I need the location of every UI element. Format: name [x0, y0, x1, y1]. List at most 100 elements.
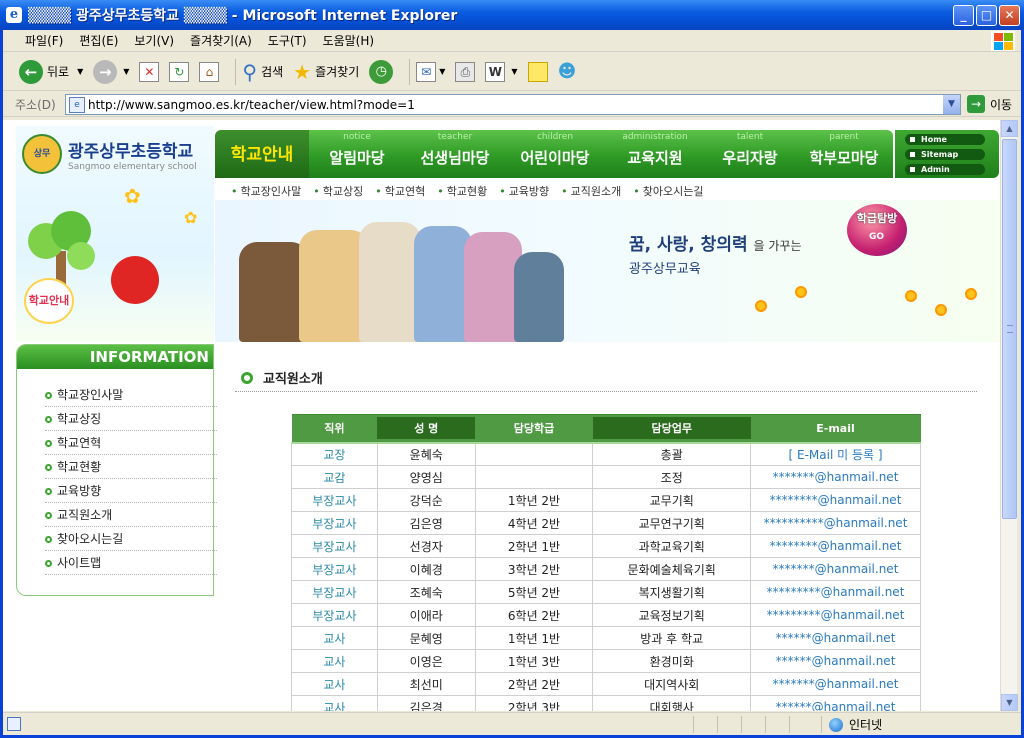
cell-email[interactable]: *********@hanmail.net [750, 603, 921, 627]
info-item-location[interactable]: 찾아오시는길 [45, 527, 217, 551]
info-item-direction[interactable]: 교육방향 [45, 479, 217, 503]
cell-duty: 교육정보기획 [592, 603, 752, 627]
cell-position[interactable]: 부장교사 [291, 511, 378, 535]
school-logo[interactable]: 상무 광주상무초등학교 Sangmoo elementary school [22, 134, 197, 174]
refresh-button[interactable]: ↻ [169, 61, 190, 82]
cell-email[interactable]: [ E-Mail 미 등록 ] [750, 442, 921, 466]
menu-favorites[interactable]: 즐겨찾기(A) [182, 32, 260, 49]
cell-email[interactable]: *******@hanmail.net [750, 672, 921, 696]
cell-email[interactable]: *********@hanmail.net [750, 580, 921, 604]
mail-dropdown-icon[interactable]: ▼ [439, 67, 445, 76]
forward-dropdown-icon[interactable]: ▼ [123, 67, 129, 76]
address-url[interactable]: http://www.sangmoo.es.kr/teacher/view.ht… [88, 98, 415, 112]
info-item-greeting[interactable]: 학교장인사말 [45, 383, 217, 407]
search-button[interactable]: ⚲ 검색 [242, 60, 283, 84]
cell-position[interactable]: 교사 [291, 695, 378, 711]
class-tour-balloon[interactable]: 학급탐방 GO [847, 204, 907, 256]
subnav-direction[interactable]: 교육방향 [499, 183, 549, 199]
subnav-history[interactable]: 학교연혁 [375, 183, 425, 199]
nav-school-info[interactable]: 학교안내 [215, 130, 309, 178]
scroll-up-icon[interactable]: ▲ [1001, 120, 1018, 137]
cell-email[interactable]: ********@hanmail.net [750, 488, 921, 512]
subnav-status[interactable]: 학교현황 [437, 183, 487, 199]
cell-email[interactable]: ******@hanmail.net [750, 649, 921, 673]
content-title-text: 교직원소개 [263, 372, 323, 387]
scroll-thumb[interactable] [1002, 139, 1017, 519]
favorites-label: 즐겨찾기 [315, 65, 360, 79]
cell-email[interactable]: ******@hanmail.net [750, 626, 921, 650]
menu-edit[interactable]: 편집(E) [71, 32, 126, 49]
col-duty: 담당업무 [592, 414, 751, 444]
minimize-button[interactable]: _ [953, 5, 974, 26]
print-button[interactable]: ⎙ [455, 61, 476, 82]
menu-tools[interactable]: 도구(T) [260, 32, 315, 49]
info-item-status[interactable]: 학교현황 [45, 455, 217, 479]
cell-email[interactable]: *******@hanmail.net [750, 465, 921, 489]
back-button[interactable]: ← 뒤로 ▼ [19, 59, 83, 84]
nav-administration[interactable]: administration 교육지원 [605, 130, 705, 178]
cell-position[interactable]: 부장교사 [291, 557, 378, 581]
home-link[interactable]: Home [905, 134, 985, 145]
cell-name: 이영은 [376, 649, 476, 673]
cell-position[interactable]: 교사 [291, 626, 378, 650]
cell-position[interactable]: 부장교사 [291, 488, 378, 512]
cell-class: 2학년 3반 [474, 695, 594, 711]
nav-talent[interactable]: talent 우리자랑 [705, 130, 795, 178]
info-item-staff[interactable]: 교직원소개 [45, 503, 217, 527]
cell-position[interactable]: 교감 [291, 465, 378, 489]
nav-children[interactable]: children 어린이마당 [505, 130, 605, 178]
menu-help[interactable]: 도움말(H) [315, 32, 383, 49]
title-bar[interactable]: e ▒▒▒▒ 광주상무초등학교 ▒▒▒▒ - Microsoft Interne… [0, 0, 1024, 30]
cell-email[interactable]: *******@hanmail.net [750, 557, 921, 581]
home-button[interactable]: ⌂ [199, 61, 220, 82]
cell-email[interactable]: **********@hanmail.net [750, 511, 921, 535]
forward-button[interactable]: → ▼ [93, 59, 129, 84]
admin-link[interactable]: Admin [905, 164, 985, 175]
favorites-button[interactable]: ★ 즐겨찾기 [293, 60, 359, 84]
history-button[interactable]: ◷ [369, 59, 394, 84]
maximize-button[interactable]: □ [976, 5, 997, 26]
table-row: 부장교사 김은영 4학년 2반 교무연구기획 **********@hanmail.ne… [291, 511, 921, 535]
cell-name: 조혜숙 [376, 580, 476, 604]
stop-button[interactable]: ✕ [139, 61, 160, 82]
cell-position[interactable]: 부장교사 [291, 534, 378, 558]
vertical-scrollbar[interactable]: ▲ ▼ [1000, 120, 1018, 711]
cell-class: 4학년 2반 [474, 511, 594, 535]
scroll-down-icon[interactable]: ▼ [1001, 694, 1018, 711]
info-item-symbol[interactable]: 학교상징 [45, 407, 217, 431]
cell-position[interactable]: 부장교사 [291, 580, 378, 604]
forward-arrow-icon: → [93, 59, 118, 84]
address-dropdown-icon[interactable]: ▼ [943, 95, 960, 114]
nav-parent[interactable]: parent 학부모마당 [795, 130, 893, 178]
menu-view[interactable]: 보기(V) [126, 32, 182, 49]
flower-icon [755, 300, 767, 312]
address-input[interactable]: e http://www.sangmoo.es.kr/teacher/view.… [65, 94, 961, 115]
nav-teacher[interactable]: teacher 선생님마당 [405, 130, 505, 178]
nav-notice[interactable]: notice 알림마당 [309, 130, 405, 178]
cell-position[interactable]: 부장교사 [291, 603, 378, 627]
edit-dropdown-icon[interactable]: ▼ [511, 67, 517, 76]
go-button[interactable]: → 이동 [967, 95, 1012, 113]
address-bar: 주소(D) e http://www.sangmoo.es.kr/teacher… [3, 92, 1021, 117]
cell-position[interactable]: 교사 [291, 649, 378, 673]
mail-button[interactable]: ✉ ▼ [416, 61, 445, 82]
info-item-sitemap[interactable]: 사이트맵 [45, 551, 217, 575]
subnav-staff[interactable]: 교직원소개 [561, 183, 622, 199]
subnav-symbol[interactable]: 학교상징 [313, 183, 363, 199]
menu-file[interactable]: 파일(F) [17, 32, 71, 49]
discuss-button[interactable] [527, 61, 548, 82]
messenger-button[interactable]: ☻ [558, 61, 577, 82]
back-dropdown-icon[interactable]: ▼ [77, 67, 83, 76]
sitemap-link[interactable]: Sitemap [905, 149, 985, 160]
subnav-greeting[interactable]: 학교장인사말 [231, 183, 302, 199]
security-zone: 인터넷 [829, 716, 882, 733]
close-button[interactable]: ✕ [999, 5, 1020, 26]
cell-email[interactable]: ********@hanmail.net [750, 534, 921, 558]
edit-button[interactable]: W ▼ [485, 61, 518, 82]
info-item-history[interactable]: 학교연혁 [45, 431, 217, 455]
subnav-location[interactable]: 찾아오시는길 [633, 183, 704, 199]
cell-position[interactable]: 교장 [291, 442, 378, 466]
cell-position[interactable]: 교사 [291, 672, 378, 696]
cell-email[interactable]: ******@hanmail.net [750, 695, 921, 711]
cell-duty: 과학교육기획 [592, 534, 752, 558]
